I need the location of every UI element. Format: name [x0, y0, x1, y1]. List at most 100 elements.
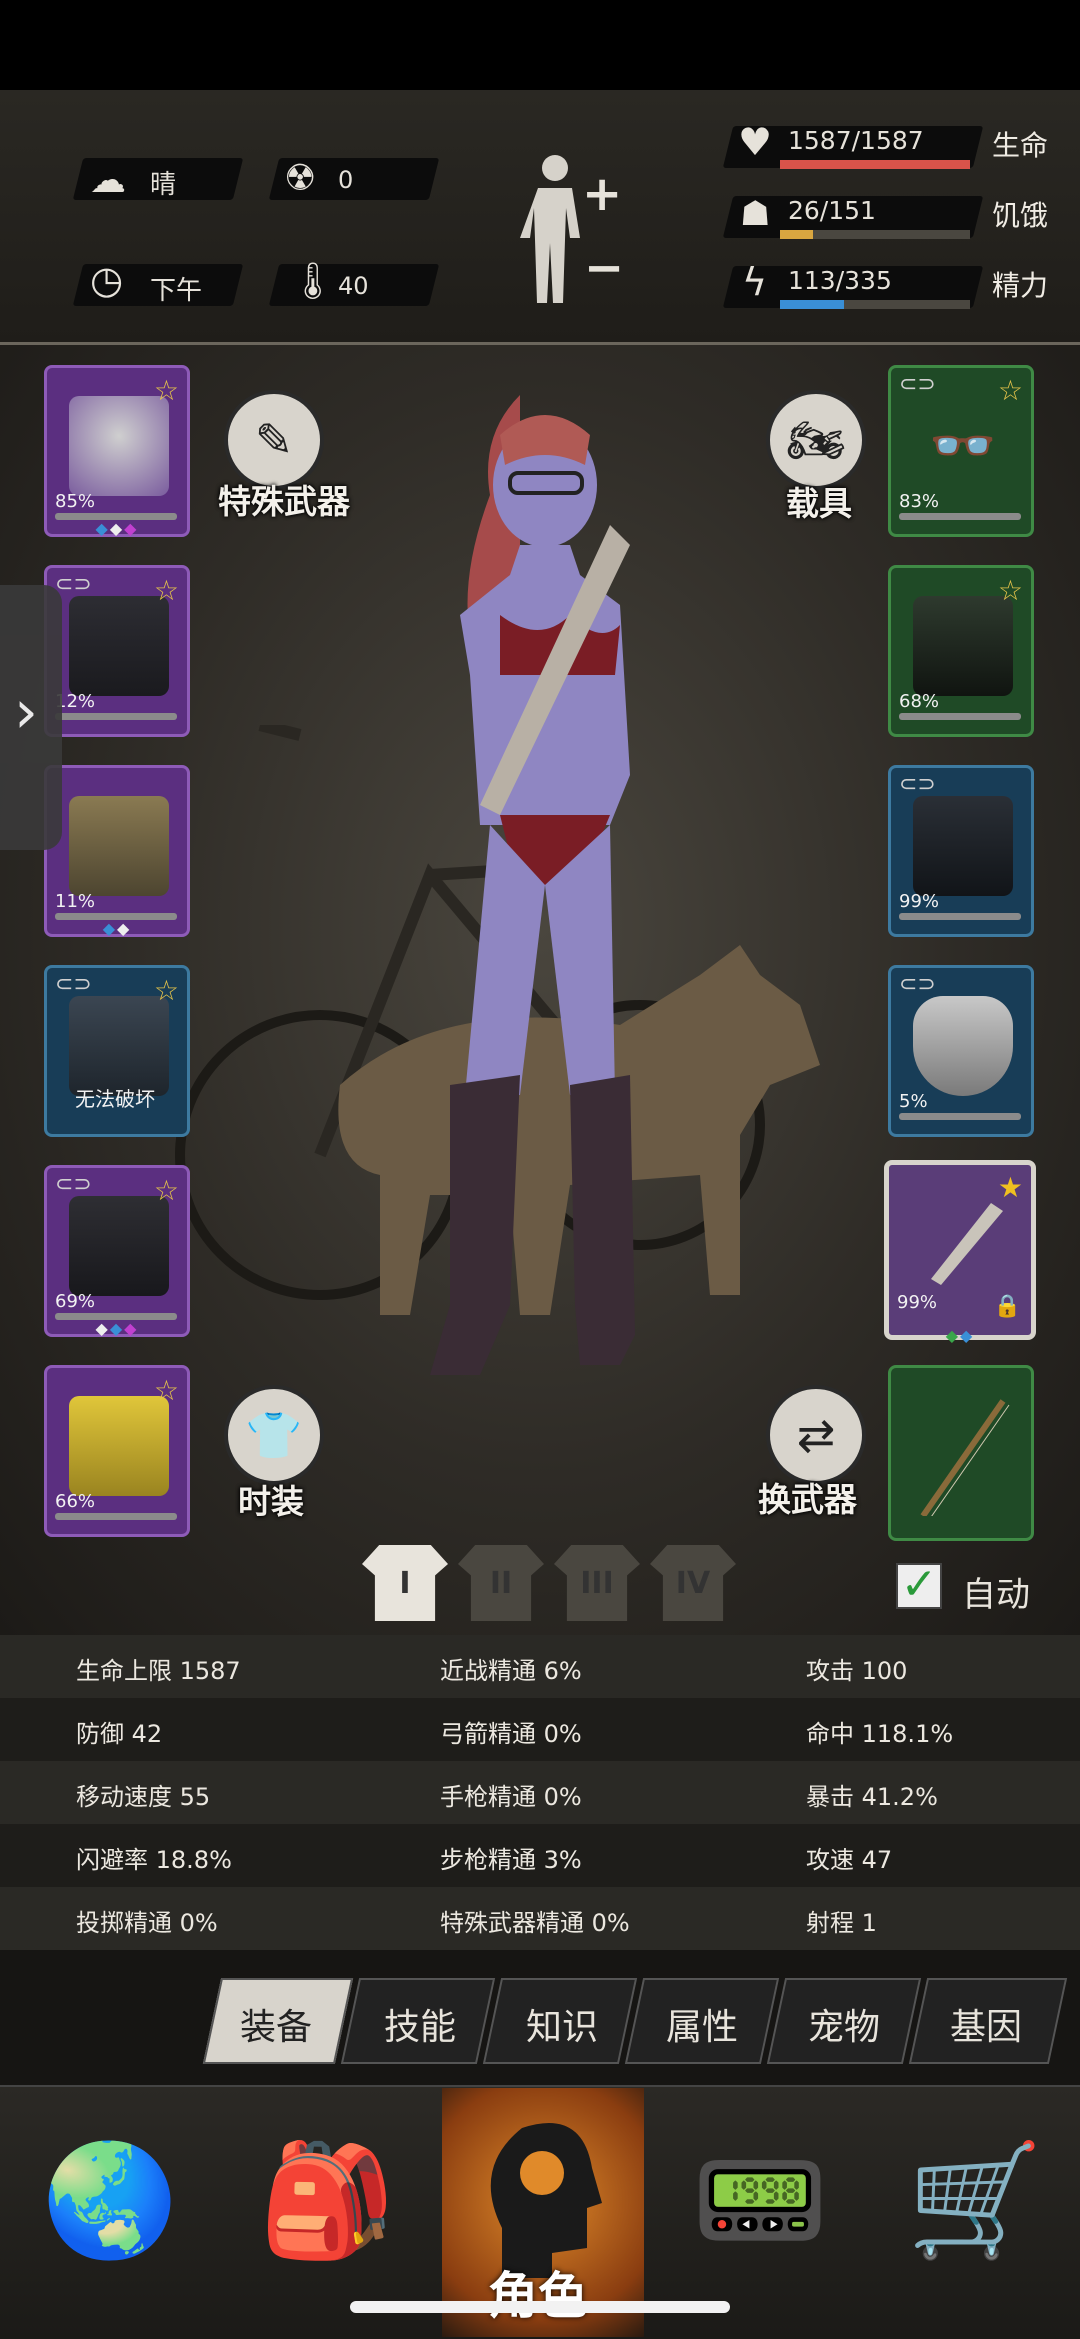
outfit-tab-4[interactable]: IV — [650, 1545, 736, 1621]
outfit-tab-label: IV — [675, 1565, 711, 1601]
stat-cell: 生命上限 1587 — [76, 1657, 241, 1685]
star-icon: ☆ — [997, 374, 1023, 407]
shop-nav-button[interactable]: 🛒 — [907, 2130, 1044, 2270]
fashion-label: 时装 — [238, 1482, 304, 1521]
gem-sockets: ◆◆◆ — [95, 519, 139, 538]
stat-cell: 射程 1 — [806, 1909, 877, 1937]
equip-slot-mask[interactable]: ☆ 68% — [888, 565, 1034, 737]
character-scene: ☆ 85% ◆◆◆ ⊂⊃ ☆ 12% 11% ◆◆ ⊂⊃ ☆ 无法破坏 ⊂⊃ ☆… — [0, 345, 1080, 1635]
outfit-tab-label: III — [580, 1565, 614, 1601]
durability-bar — [55, 713, 177, 720]
heart-icon: ♥ — [738, 120, 773, 164]
body-status-icon[interactable] — [520, 150, 590, 310]
outfit-tab-1[interactable]: I — [362, 1545, 448, 1621]
equip-slot-glasses[interactable]: ⊂⊃ 👓 ☆ 83% — [888, 365, 1034, 537]
lock-icon[interactable]: 🔒 — [994, 1294, 1021, 1319]
durability-text: 99% — [897, 1292, 938, 1313]
durability-bar — [899, 1113, 1021, 1120]
durability-text: 69% — [55, 1291, 96, 1312]
hunger-label: 饥饿 — [992, 199, 1049, 232]
glasses-icon: 👓 — [929, 414, 997, 477]
police-helmet-icon — [69, 396, 169, 496]
stats-row: 移动速度 55 手枪精通 0% 暴击 41.2% — [0, 1761, 1080, 1824]
star-icon: ☆ — [153, 1174, 179, 1207]
equip-slot-secondary-weapon[interactable] — [888, 1365, 1034, 1541]
star-icon: ☆ — [153, 374, 179, 407]
walkie-talkie-icon: 📟 — [691, 2135, 829, 2264]
equip-slot-pants[interactable]: ⊂⊃ ☆ 69% ◆◆◆ — [44, 1165, 190, 1338]
time-text: 下午 — [150, 276, 203, 306]
auto-checkbox[interactable]: ✓ — [896, 1563, 942, 1609]
star-icon: ☆ — [997, 574, 1023, 607]
vehicle-button[interactable]: 🏍 — [766, 390, 866, 490]
motorcycle-icon: 🏍 — [786, 412, 846, 467]
durability-text: 68% — [899, 691, 940, 712]
outfit-tab-3[interactable]: III — [554, 1545, 640, 1621]
cargo-pants-icon — [69, 1196, 169, 1296]
star-icon: ☆ — [153, 574, 179, 607]
tab-knowledge-label: 知识 — [526, 2007, 599, 2048]
outfit-tab-2[interactable]: II — [458, 1545, 544, 1621]
stat-cell: 防御 42 — [76, 1720, 163, 1748]
durability-bar — [55, 1513, 177, 1520]
tab-pets-label: 宠物 — [808, 2007, 881, 2048]
fur-coat-icon — [69, 796, 169, 896]
durability-text: 66% — [55, 1491, 96, 1512]
equip-slot-jacket[interactable]: ⊂⊃ ☆ 12% — [44, 565, 190, 737]
link-icon: ⊂⊃ — [899, 972, 936, 997]
durability-text: 5% — [899, 1091, 928, 1112]
durability-bar — [899, 713, 1021, 720]
vehicle-label: 载具 — [786, 484, 852, 523]
player-character-illustration — [430, 395, 635, 1375]
radio-nav-button[interactable]: 📟 — [692, 2130, 829, 2270]
durability-bar — [899, 513, 1021, 520]
weather-icon: ☁ — [90, 160, 126, 201]
plus-icon: + — [582, 166, 623, 222]
black-jacket-icon — [69, 596, 169, 696]
gem-sockets: ◆◆◆ — [95, 1319, 139, 1338]
durability-text: 99% — [899, 891, 940, 912]
character-nav-label: 角色 — [488, 2267, 588, 2325]
equip-slot-helmet[interactable]: ☆ 85% ◆◆◆ — [44, 365, 190, 538]
stat-cell: 手枪精通 0% — [440, 1783, 582, 1811]
chevron-right-icon: › — [14, 677, 38, 747]
hunger-bar — [780, 230, 970, 239]
equip-slot-vest[interactable]: ⊂⊃ 99% — [888, 765, 1034, 937]
world-map-nav-button[interactable]: 🌏 — [42, 2130, 179, 2270]
outfit-tab-label: I — [399, 1565, 411, 1601]
tab-attributes-label: 属性 — [666, 2007, 739, 2048]
clock-icon: ◷ — [90, 258, 124, 302]
auto-label: 自动 — [962, 1575, 1030, 1615]
star-icon: ★ — [997, 1171, 1023, 1204]
health-label: 生命 — [992, 129, 1049, 162]
link-icon: ⊂⊃ — [55, 1172, 92, 1197]
minus-icon: − — [584, 240, 625, 296]
inventory-nav-button[interactable]: 🎒 — [259, 2130, 396, 2270]
equip-slot-boots[interactable]: ☆ 66% — [44, 1365, 190, 1537]
equip-slot-backpack[interactable]: ⊂⊃ ☆ 无法破坏 — [44, 965, 190, 1137]
shirt-icon: 👕 — [245, 1407, 303, 1462]
energy-value: 113/335 — [788, 266, 892, 295]
character-nav-button[interactable]: 角色 — [442, 2088, 644, 2337]
link-icon: ⊂⊃ — [55, 972, 92, 997]
stat-cell: 步枪精通 3% — [440, 1846, 582, 1874]
fashion-button[interactable]: 👕 — [224, 1385, 324, 1485]
switch-weapon-button[interactable]: ⇄ — [766, 1385, 866, 1485]
status-bar-area — [0, 0, 1080, 90]
link-icon: ⊂⊃ — [55, 572, 92, 597]
stat-cell: 暴击 41.2% — [806, 1783, 938, 1811]
top-status-panel: ☁ 晴 ☢ 0 ◷ 下午 🌡 40 + − ♥ 1587/1587 生命 ☗ 2… — [0, 90, 1080, 345]
shopping-cart-icon: 🛒 — [906, 2135, 1044, 2264]
side-drawer-handle[interactable]: › — [0, 585, 62, 850]
lightning-icon: ϟ — [742, 260, 768, 304]
equip-slot-shield[interactable]: ⊂⊃ 5% — [888, 965, 1034, 1137]
home-indicator[interactable] — [350, 2301, 730, 2313]
tab-genes-label: 基因 — [950, 2007, 1023, 2048]
durability-bar — [899, 913, 1021, 920]
star-icon: ☆ — [153, 1374, 179, 1407]
equip-slot-main-weapon[interactable]: ★ 99% 🔒 ◆◆ — [884, 1160, 1036, 1345]
link-icon: ⊂⊃ — [899, 772, 936, 797]
equip-slot-coat[interactable]: 11% ◆◆ — [44, 765, 190, 938]
energy-bar — [780, 300, 970, 309]
radiation-value: 0 — [338, 166, 354, 194]
